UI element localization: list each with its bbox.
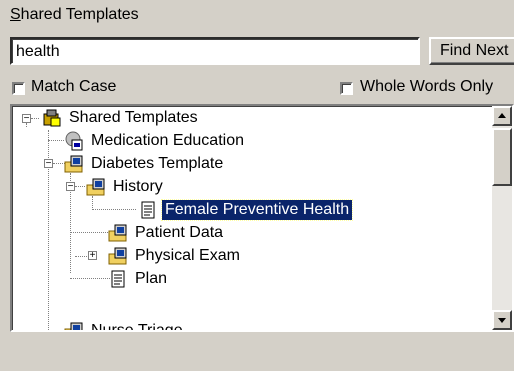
tree-scrollbar[interactable] [492, 106, 512, 330]
find-next-label: Find Next [440, 42, 509, 59]
template-document-icon [108, 269, 128, 289]
scroll-down-button[interactable] [492, 310, 512, 330]
tree-node-label: Diabetes Template [91, 155, 224, 172]
folder-template-icon [64, 154, 84, 174]
folder-template-icon [108, 246, 128, 266]
match-case-checkbox[interactable] [12, 82, 25, 95]
tree-node-medication-education[interactable]: Medication Education [64, 130, 247, 152]
folder-template-icon [86, 177, 106, 197]
tree-node-label-selected: Female Preventive Health [160, 199, 354, 221]
template-document-icon [138, 200, 158, 220]
whole-words-checkbox[interactable] [340, 82, 353, 95]
scroll-down-arrow-icon [498, 318, 506, 323]
collapse-diabetes-template-icon[interactable]: − [44, 159, 53, 169]
title-text: hared Templates [20, 6, 139, 23]
tree-node-label: Shared Templates [69, 109, 198, 126]
collapse-shared-templates-icon[interactable]: − [22, 114, 31, 124]
tree-node-label: Medication Education [91, 132, 244, 149]
shared-templates-label: Shared Templates [10, 6, 139, 24]
tree-node-label: Plan [135, 270, 168, 287]
status-bar [0, 337, 514, 371]
tree-node-shared-templates[interactable]: Shared Templates [42, 107, 201, 129]
search-input-value: health [16, 43, 60, 60]
tree-node-diabetes-template[interactable]: Diabetes Template [64, 153, 226, 175]
title-accelerator-letter: S [10, 6, 21, 23]
search-input[interactable]: health [10, 37, 420, 65]
shared-templates-folder-icon [42, 108, 62, 128]
template-tree-view[interactable]: − Shared Templates Medication Education … [10, 104, 514, 332]
folder-template-icon [108, 223, 128, 243]
tree-node-label: Patient Data [135, 224, 224, 241]
find-next-button[interactable]: Find Next [429, 37, 514, 65]
scroll-up-arrow-icon [498, 113, 506, 118]
tree-node-patient-data[interactable]: Patient Data [108, 222, 226, 244]
tree-node-female-preventive-health[interactable]: Female Preventive Health [138, 199, 354, 221]
tree-node-label: Physical Exam [135, 247, 240, 264]
reminder-template-icon [64, 131, 84, 151]
tree-node-label: Nurse Triage [88, 321, 186, 330]
tree-node-history[interactable]: History [86, 176, 166, 198]
tree-node-plan[interactable]: Plan [108, 268, 170, 290]
collapse-history-icon[interactable]: − [66, 182, 75, 192]
tree-node-physical-exam[interactable]: Physical Exam [108, 245, 243, 267]
scroll-up-button[interactable] [492, 106, 512, 126]
tree-node-nurse-triage[interactable]: Nurse Triage [64, 320, 186, 330]
tree-node-label: History [113, 178, 163, 195]
expand-physical-exam-icon[interactable]: + [88, 251, 97, 261]
scroll-thumb[interactable] [492, 128, 512, 186]
match-case-label[interactable]: Match Case [31, 78, 116, 96]
whole-words-label[interactable]: Whole Words Only [360, 78, 493, 96]
folder-template-icon [64, 321, 84, 330]
